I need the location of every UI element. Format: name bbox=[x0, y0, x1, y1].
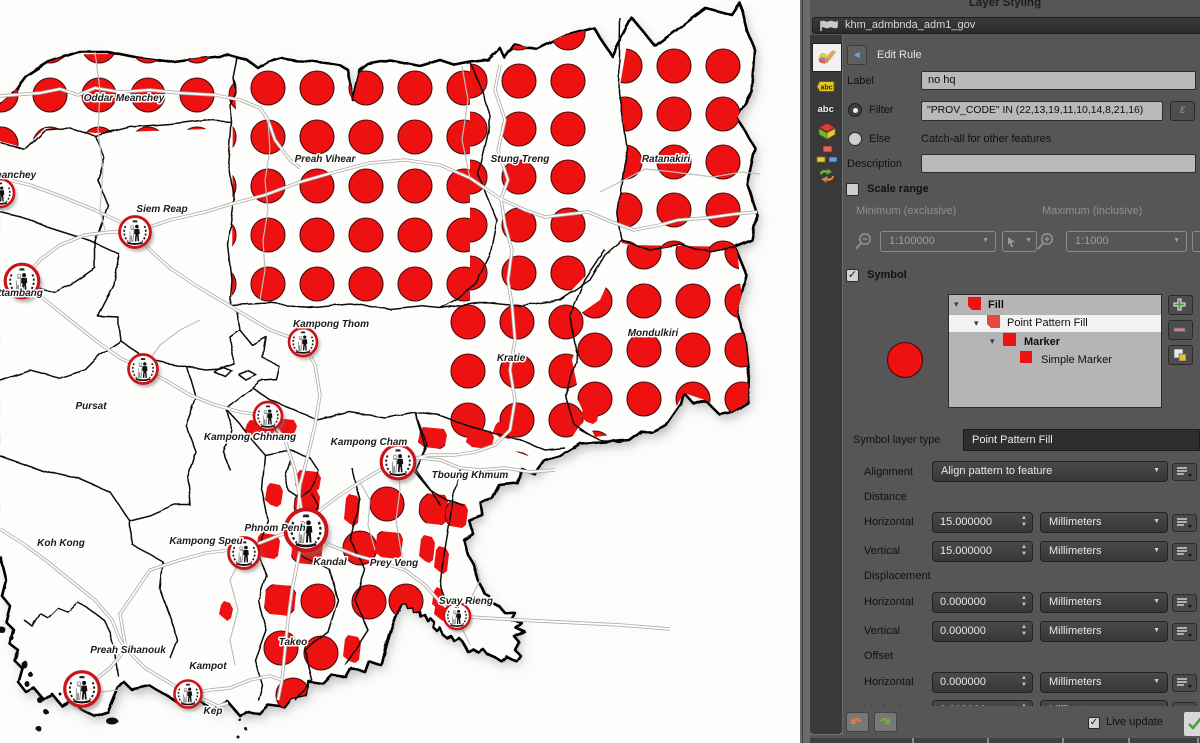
svg-text:Preah Vihear: Preah Vihear bbox=[295, 154, 357, 165]
svg-text:Battambang: Battambang bbox=[0, 288, 43, 299]
svg-text:Oddar Meanchey: Oddar Meanchey bbox=[84, 93, 165, 104]
svg-text:Kampot: Kampot bbox=[189, 661, 227, 672]
svg-text:Ratanakiri: Ratanakiri bbox=[642, 154, 691, 165]
svg-text:Stung Treng: Stung Treng bbox=[491, 154, 550, 165]
svg-text:Takeo: Takeo bbox=[279, 637, 308, 648]
svg-text:Preah Sihanouk: Preah Sihanouk bbox=[90, 645, 166, 656]
svg-text:Koh Kong: Koh Kong bbox=[37, 538, 85, 549]
svg-text:Prey Veng: Prey Veng bbox=[370, 558, 419, 569]
svg-text:Kampong Speu: Kampong Speu bbox=[169, 536, 242, 547]
svg-text:Kandal: Kandal bbox=[313, 557, 347, 568]
svg-text:Phnom Penh: Phnom Penh bbox=[244, 523, 305, 534]
svg-text:Tboung Khmum: Tboung Khmum bbox=[432, 470, 509, 481]
svg-text:Kampong Cham: Kampong Cham bbox=[331, 437, 408, 448]
svg-text:Kampong Chhnang: Kampong Chhnang bbox=[204, 432, 296, 443]
svg-text:Siem Reap: Siem Reap bbox=[136, 204, 187, 215]
svg-text:abc: abc bbox=[821, 85, 833, 92]
svg-text:Svay Rieng: Svay Rieng bbox=[439, 596, 493, 607]
svg-text:abc: abc bbox=[818, 104, 834, 115]
svg-text:Kep: Kep bbox=[204, 706, 223, 717]
svg-text:Meanchey: Meanchey bbox=[0, 170, 37, 181]
svg-text:Mondulkiri: Mondulkiri bbox=[628, 328, 679, 339]
svg-text:Kampong Thom: Kampong Thom bbox=[293, 319, 369, 330]
svg-text:Kratie: Kratie bbox=[497, 353, 526, 364]
svg-text:Pursat: Pursat bbox=[75, 401, 107, 412]
